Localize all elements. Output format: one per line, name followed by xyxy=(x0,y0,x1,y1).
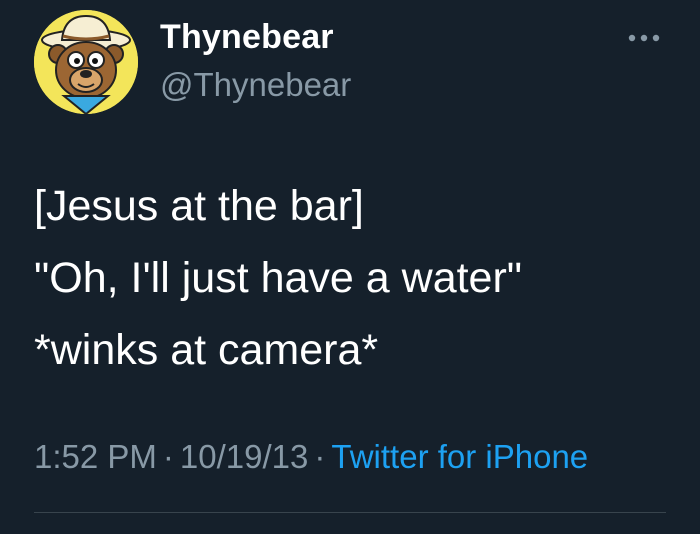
tweet-text-line: *winks at camera* xyxy=(34,326,379,374)
tweet-card: Thynebear @Thynebear [Jesus at the bar] … xyxy=(0,0,700,534)
author-handle[interactable]: @Thynebear xyxy=(160,66,351,104)
tweet-meta: 1:52 PM · 10/19/13 · Twitter for iPhone xyxy=(34,438,588,476)
bear-avatar-icon xyxy=(34,10,138,114)
tweet-text-line: [Jesus at the bar] xyxy=(34,182,364,230)
tweet-date[interactable]: 10/19/13 xyxy=(180,438,308,475)
meta-separator: · xyxy=(314,438,326,475)
meta-separator: · xyxy=(162,438,174,475)
author-display-name[interactable]: Thynebear xyxy=(160,18,334,57)
tweet-text-line: "Oh, I'll just have a water" xyxy=(34,254,523,302)
tweet-text: [Jesus at the bar] "Oh, I'll just have a… xyxy=(34,170,684,386)
tweet-time[interactable]: 1:52 PM xyxy=(34,438,157,475)
more-horizontal-icon xyxy=(628,34,660,42)
avatar[interactable] xyxy=(34,10,138,114)
tweet-source-link[interactable]: Twitter for iPhone xyxy=(331,438,588,475)
more-options-button[interactable] xyxy=(624,28,664,48)
divider xyxy=(34,512,666,513)
